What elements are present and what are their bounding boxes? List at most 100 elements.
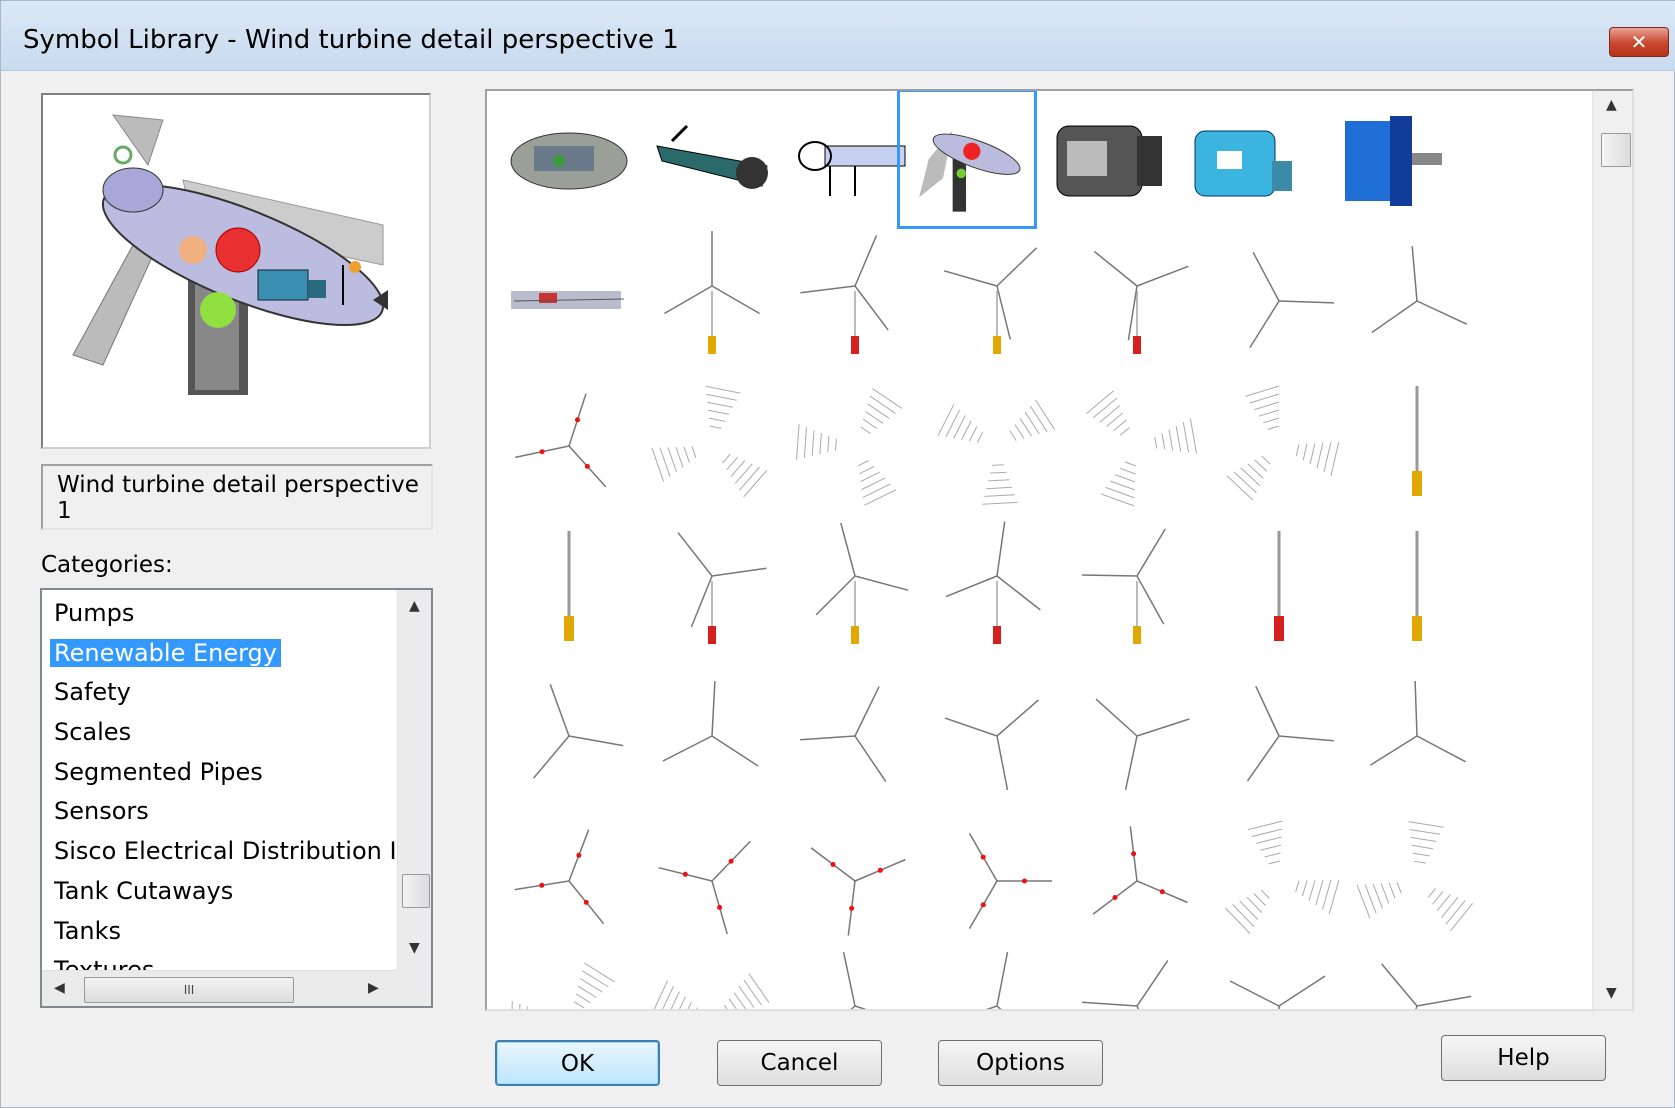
symbol-thumb[interactable] [1347, 231, 1487, 371]
symbol-description-box: Wind turbine detail perspective 1 [41, 464, 433, 530]
symbol-thumb[interactable] [499, 811, 639, 951]
wind-turbine-icon [1412, 531, 1422, 641]
cancel-button[interactable]: Cancel [717, 1040, 882, 1086]
wind-turbine-icon [1086, 390, 1197, 507]
category-item-tanks[interactable]: Tanks [50, 912, 400, 952]
grip-icon: III [183, 983, 195, 997]
categories-list: Pumps Renewable Energy Safety Scales Seg… [50, 594, 400, 975]
wind-turbine-icon [1229, 975, 1326, 1009]
categories-scroll-thumb[interactable] [402, 874, 430, 908]
symbol-thumb[interactable] [927, 376, 1067, 516]
symbol-thumb[interactable] [1067, 231, 1207, 371]
wind-turbine-icon [564, 531, 574, 641]
symbol-thumb[interactable] [499, 666, 639, 806]
symbol-thumb[interactable] [1209, 231, 1349, 371]
symbol-thumb[interactable] [1347, 666, 1487, 806]
wind-turbine-icon [796, 388, 903, 506]
symbol-thumb[interactable] [927, 951, 1067, 1009]
symbol-thumb[interactable] [1067, 666, 1207, 806]
symbol-thumb[interactable] [927, 231, 1067, 371]
symbol-thumb[interactable] [785, 231, 925, 371]
wind-turbine-icon [651, 385, 768, 498]
symbol-thumb[interactable] [642, 91, 782, 231]
symbol-thumb[interactable] [642, 951, 782, 1009]
help-button[interactable]: Help [1441, 1035, 1606, 1081]
symbol-thumb[interactable] [785, 811, 925, 951]
symbol-thumb-selected[interactable] [897, 91, 1037, 229]
categories-hscroll-thumb[interactable]: III [84, 977, 294, 1003]
category-item-sisco-electrical[interactable]: Sisco Electrical Distribution I [50, 832, 400, 872]
category-item-scales[interactable]: Scales [50, 713, 400, 753]
symbol-thumb[interactable] [1209, 666, 1349, 806]
scroll-left-icon[interactable]: ◀ [54, 980, 65, 996]
wind-turbine-icon [1225, 820, 1340, 934]
symbol-thumb[interactable] [1067, 521, 1207, 661]
symbol-gallery[interactable]: ▲ ▼ [485, 89, 1634, 1011]
symbol-thumb[interactable] [499, 91, 639, 231]
symbol-thumb[interactable] [1209, 521, 1349, 661]
symbol-thumb[interactable] [785, 376, 925, 516]
symbol-thumb[interactable] [1067, 951, 1207, 1009]
category-item-segmented-pipes[interactable]: Segmented Pipes [50, 753, 400, 793]
symbol-thumb[interactable] [1042, 91, 1182, 231]
symbol-thumb[interactable] [785, 951, 925, 1009]
symbol-thumb[interactable] [499, 376, 639, 516]
close-button[interactable]: ✕ [1609, 27, 1669, 57]
category-item-safety[interactable]: Safety [50, 673, 400, 713]
category-item-renewable-energy[interactable]: Renewable Energy [50, 634, 400, 674]
turbine-nacelle-icon [656, 124, 768, 189]
symbol-thumb[interactable] [1067, 811, 1207, 951]
wind-turbine-icon [985, 951, 1009, 1009]
symbol-thumb[interactable] [1347, 376, 1487, 516]
symbol-thumb[interactable] [1209, 811, 1349, 951]
symbol-thumb[interactable] [642, 521, 782, 661]
symbol-thumb[interactable] [499, 231, 639, 371]
categories-horizontal-scrollbar[interactable]: ◀ III ▶ [42, 970, 397, 1006]
symbol-thumb[interactable] [1209, 376, 1349, 516]
wind-turbine-icon [800, 235, 889, 354]
symbol-thumb[interactable] [927, 811, 1067, 951]
symbol-thumb[interactable] [642, 811, 782, 951]
symbol-thumb[interactable] [785, 521, 925, 661]
wind-turbine-icon [1381, 963, 1472, 1009]
options-button[interactable]: Options [938, 1040, 1103, 1086]
symbol-thumb[interactable] [1315, 91, 1455, 231]
symbol-thumb[interactable] [1347, 951, 1487, 1009]
symbol-thumb[interactable] [642, 231, 782, 371]
symbol-thumb[interactable] [1177, 91, 1317, 231]
wind-turbine-icon [511, 962, 615, 1009]
categories-listbox[interactable]: Pumps Renewable Energy Safety Scales Seg… [40, 588, 433, 1008]
wind-turbine-icon [1356, 821, 1474, 932]
symbol-thumb[interactable] [927, 521, 1067, 661]
wind-turbine-icon [514, 829, 605, 925]
symbol-thumb[interactable] [642, 666, 782, 806]
scroll-up-icon[interactable]: ▲ [409, 598, 420, 614]
wind-turbine-icon [1095, 698, 1190, 790]
gallery-vertical-scrollbar[interactable]: ▲ ▼ [1592, 91, 1632, 1009]
symbol-thumb[interactable] [642, 376, 782, 516]
category-item-pumps[interactable]: Pumps [50, 594, 400, 634]
scroll-down-icon[interactable]: ▼ [1606, 985, 1617, 1001]
symbol-thumb[interactable] [499, 951, 639, 1009]
symbol-thumb[interactable] [499, 521, 639, 661]
wind-turbine-icon [842, 952, 867, 1009]
wind-turbine-icon [944, 699, 1039, 791]
symbol-thumb[interactable] [927, 666, 1067, 806]
symbol-thumb[interactable] [1067, 376, 1207, 516]
ok-button[interactable]: OK [495, 1040, 660, 1086]
gallery-scroll-thumb[interactable] [1601, 133, 1631, 167]
symbol-thumb[interactable] [1347, 811, 1487, 951]
symbol-thumb[interactable] [1347, 521, 1487, 661]
category-item-sensors[interactable]: Sensors [50, 792, 400, 832]
title-bar[interactable]: Symbol Library - Wind turbine detail per… [1, 1, 1675, 71]
category-item-tank-cutaways[interactable]: Tank Cutaways [50, 872, 400, 912]
scroll-right-icon[interactable]: ▶ [368, 980, 379, 996]
wind-turbine-detail-icon [919, 130, 1021, 212]
categories-label: Categories: [41, 552, 173, 578]
symbol-thumb[interactable] [785, 666, 925, 806]
wind-turbine-icon [1081, 528, 1166, 644]
scroll-up-icon[interactable]: ▲ [1606, 97, 1617, 113]
categories-vertical-scrollbar[interactable]: ▲ ▼ [397, 590, 431, 970]
symbol-thumb[interactable] [1209, 951, 1349, 1009]
scroll-down-icon[interactable]: ▼ [409, 940, 420, 956]
